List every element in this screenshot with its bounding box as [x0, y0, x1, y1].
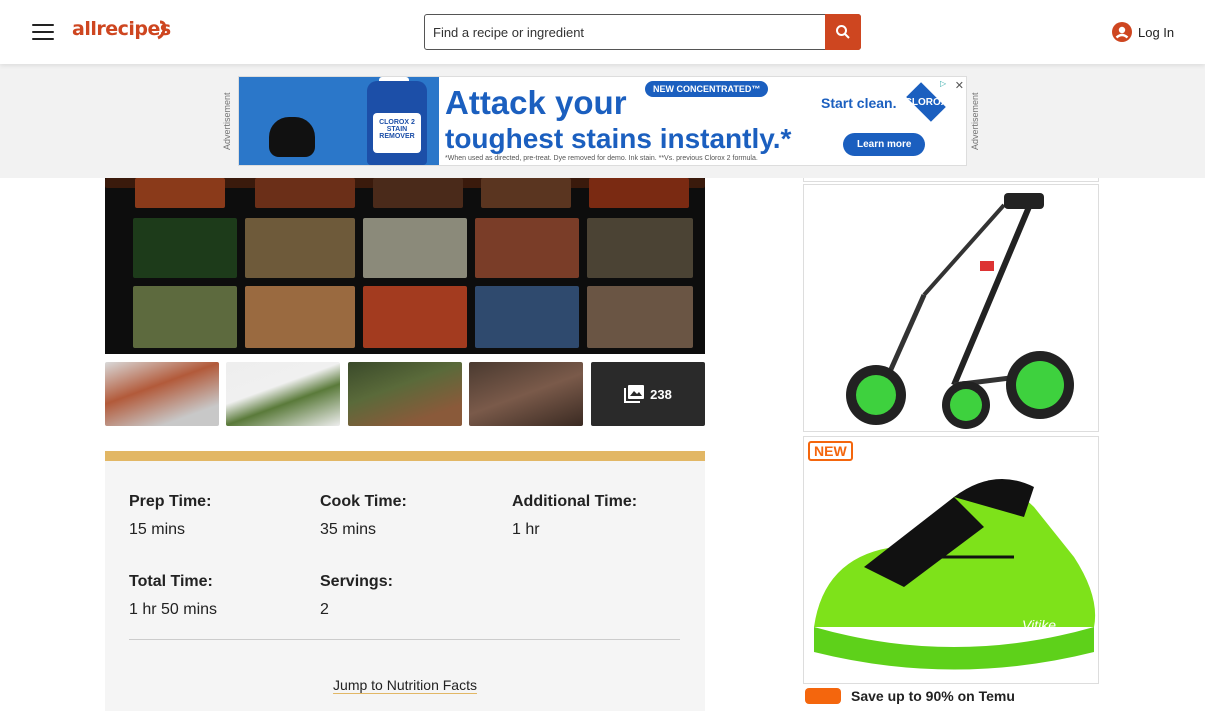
- logo-swoosh-icon: [157, 20, 166, 40]
- total-time: Total Time: 1 hr 50 mins: [129, 573, 217, 619]
- shoe-brand: Vitike: [1022, 617, 1056, 633]
- gallery-thumbnail[interactable]: [469, 362, 583, 426]
- account-icon: [1112, 22, 1132, 42]
- hero-tile: [133, 218, 237, 278]
- ad-headline-line2: toughest stains instantly.*: [445, 123, 792, 154]
- temu-text: Save up to 90% on Temu: [851, 688, 1015, 704]
- login-label: Log In: [1138, 24, 1175, 40]
- hero-tile: [363, 218, 467, 278]
- clorox-ad-banner[interactable]: CLOROX 2 STAIN REMOVER NEW CONCENTRATED™…: [238, 76, 967, 166]
- side-ad-top-edge: [803, 178, 1099, 182]
- hero-tile: [363, 286, 467, 348]
- cook-time-value: 35 mins: [320, 521, 377, 538]
- site-header: allrecipes Log In: [0, 0, 1205, 64]
- hero-tile: [245, 218, 355, 278]
- search-button[interactable]: [825, 14, 861, 50]
- gallery-thumbnails: 238: [105, 362, 705, 426]
- hamburger-menu-icon[interactable]: [32, 24, 54, 40]
- additional-time-value: 1 hr: [512, 521, 540, 538]
- hero-tile: [589, 178, 689, 208]
- ad-close-icon[interactable]: ✕: [955, 79, 964, 92]
- ad-tagline: Start clean.: [821, 95, 897, 111]
- hero-tile: [475, 218, 579, 278]
- details-divider: [129, 639, 680, 640]
- ad-info-icon[interactable]: ▷: [940, 79, 950, 89]
- additional-time-label: Additional Time:: [512, 493, 638, 510]
- new-badge: NEW: [808, 441, 853, 461]
- ad-label-left: Advertisement: [222, 92, 232, 150]
- additional-time: Additional Time: 1 hr: [512, 493, 637, 539]
- golf-cart-ad[interactable]: [803, 184, 1099, 432]
- prep-time-label: Prep Time:: [129, 493, 212, 510]
- hero-tile: [373, 178, 463, 208]
- photo-library-icon: [624, 385, 645, 403]
- search-bar: [424, 14, 861, 50]
- temu-ad-caption[interactable]: Save up to 90% on Temu: [805, 686, 1015, 706]
- gallery-thumbnail[interactable]: [348, 362, 462, 426]
- gallery-count: 238: [650, 386, 672, 402]
- prep-time-value: 15 mins: [129, 521, 186, 538]
- total-time-label: Total Time:: [129, 573, 213, 590]
- cook-time-label: Cook Time:: [320, 493, 407, 510]
- hero-tile: [255, 178, 355, 208]
- prep-time: Prep Time: 15 mins: [129, 493, 211, 539]
- sneaker-image: [814, 479, 1096, 670]
- ad-bottle-label: CLOROX 2 STAIN REMOVER: [373, 113, 421, 153]
- servings-label: Servings:: [320, 573, 393, 590]
- ad-learn-more-button[interactable]: Learn more: [843, 133, 926, 156]
- cook-time: Cook Time: 35 mins: [320, 493, 407, 539]
- shoe-ad[interactable]: NEW Vitike: [803, 436, 1099, 684]
- total-time-value: 1 hr 50 mins: [129, 601, 218, 618]
- ad-band: Advertisement Advertisement CLOROX 2 STA…: [0, 64, 1205, 178]
- hero-tile: [481, 178, 571, 208]
- ad-fine-print: *When used as directed, pre-treat. Dye r…: [445, 155, 758, 162]
- golf-push-cart-image: [846, 193, 1074, 429]
- search-input[interactable]: [425, 15, 825, 49]
- jump-to-nutrition-link[interactable]: Jump to Nutrition Facts: [105, 677, 705, 693]
- servings: Servings: 2: [320, 573, 393, 619]
- hero-tile: [587, 218, 693, 278]
- gallery-more-button[interactable]: 238: [591, 362, 705, 426]
- gallery-thumbnail[interactable]: [226, 362, 340, 426]
- ad-headline: Attack your toughest stains instantly.*: [445, 85, 791, 157]
- search-icon: [836, 25, 850, 39]
- login-button[interactable]: Log In: [1112, 22, 1174, 42]
- servings-value: 2: [320, 601, 329, 618]
- ad-glove-image: [269, 117, 315, 157]
- hero-tile: [475, 286, 579, 348]
- hero-tile: [133, 286, 237, 348]
- hero-tile: [245, 286, 355, 348]
- ad-headline-line1: Attack your: [445, 84, 627, 121]
- recipe-hero-image[interactable]: [105, 178, 705, 354]
- ad-brand-name: CLOROX: [904, 97, 948, 108]
- ad-label-right: Advertisement: [970, 92, 980, 150]
- recipe-details-card: Prep Time: 15 mins Cook Time: 35 mins Ad…: [105, 451, 705, 711]
- temu-logo-icon: [805, 688, 841, 704]
- hero-tile: [135, 178, 225, 208]
- gallery-thumbnail[interactable]: [105, 362, 219, 426]
- hero-tile: [587, 286, 693, 348]
